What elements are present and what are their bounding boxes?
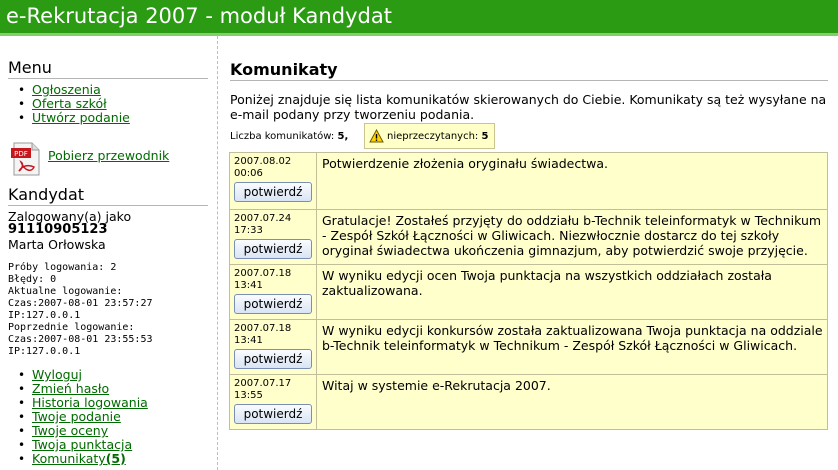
confirm-button[interactable]: potwierdź <box>234 404 312 424</box>
menu-item-ogloszenia[interactable]: Ogłoszenia <box>18 82 130 98</box>
message-time: 13:41 <box>234 280 263 291</box>
menu-link-historia[interactable]: Historia logowania <box>32 395 148 410</box>
menu-heading: Menu <box>8 58 208 79</box>
message-row: 2007.07.17 13:55 potwierdź Witaj w syste… <box>229 374 828 430</box>
pdf-icon-label: PDF <box>14 150 28 158</box>
menu-item-wyloguj[interactable]: Wyloguj <box>18 367 148 383</box>
message-time: 17:33 <box>234 225 263 236</box>
previous-login-ip: IP:127.0.0.1 <box>8 346 81 357</box>
current-login-label: Aktualne logowanie: <box>8 286 123 297</box>
app-header: e-Rekrutacja 2007 - moduł Kandydat <box>0 0 838 33</box>
message-date: 2007.07.24 <box>234 213 292 224</box>
message-count: Liczba komunikatów: 5, <box>230 131 348 143</box>
login-attempts: Próby logowania: 2 <box>8 262 117 273</box>
message-time: 13:55 <box>234 390 263 401</box>
messages-table: 2007.08.02 00:06 potwierdź Potwierdzenie… <box>229 152 828 430</box>
message-text: Potwierdzenie złożenia oryginału świadec… <box>316 152 828 210</box>
menu-item-podanie[interactable]: Twoje podanie <box>18 409 148 425</box>
menu-link-zmien-haslo[interactable]: Zmień hasło <box>32 381 109 396</box>
message-date: 2007.08.02 <box>234 156 292 167</box>
menu-link-wyloguj[interactable]: Wyloguj <box>32 367 82 382</box>
unread-count: 5 <box>481 130 489 142</box>
message-count-value: 5, <box>337 131 349 142</box>
account-menu: Wyloguj Zmień hasło Historia logowania T… <box>18 367 148 467</box>
main-content: Komunikaty Poniżej znajduje się lista ko… <box>219 36 838 470</box>
section-title: Komunikaty <box>230 60 828 81</box>
candidate-name: Marta Orłowska <box>8 237 106 252</box>
message-row: 2007.07.18 13:41 potwierdź W wyniku edyc… <box>229 319 828 375</box>
unread-label: nieprzeczytanych: <box>387 130 479 142</box>
message-time: 00:06 <box>234 168 263 179</box>
warning-icon <box>369 129 384 143</box>
confirm-button[interactable]: potwierdź <box>234 349 312 369</box>
message-text: W wyniku edycji konkursów została zaktua… <box>316 319 828 375</box>
menu-item-utworz-podanie[interactable]: Utwórz podanie <box>18 110 130 126</box>
unread-badge: nieprzeczytanych: 5 <box>364 123 496 149</box>
pesel-number: 91110905123 <box>8 222 108 237</box>
menu-link-utworz-podanie[interactable]: Utwórz podanie <box>32 110 130 125</box>
menu-item-oferta[interactable]: Oferta szkół <box>18 96 130 112</box>
menu-item-zmien-haslo[interactable]: Zmień hasło <box>18 381 148 397</box>
confirm-button[interactable]: potwierdź <box>234 294 312 314</box>
message-count-label: Liczba komunikatów: <box>230 131 335 142</box>
guide-download-link[interactable]: Pobierz przewodnik <box>48 148 169 163</box>
menu-link-komunikaty[interactable]: Komunikaty(5) <box>32 451 126 466</box>
menu-link-oferta[interactable]: Oferta szkół <box>32 96 107 111</box>
message-date-cell: 2007.07.17 13:55 potwierdź <box>229 374 317 430</box>
message-date-cell: 2007.07.18 13:41 potwierdź <box>229 264 317 320</box>
message-row: 2007.07.18 13:41 potwierdź W wyniku edyc… <box>229 264 828 320</box>
menu-link-punktacja[interactable]: Twoja punktacja <box>32 437 132 452</box>
message-text: W wyniku edycji ocen Twoja punktacja na … <box>316 264 828 320</box>
previous-login-time: Czas:2007-08-01 23:55:53 <box>8 334 153 345</box>
sidebar: Menu Ogłoszenia Oferta szkół Utwórz poda… <box>0 36 218 470</box>
message-date-cell: 2007.07.24 17:33 potwierdź <box>229 209 317 265</box>
message-row: 2007.07.24 17:33 potwierdź Gratulacje! Z… <box>229 209 828 265</box>
menu-item-komunikaty[interactable]: Komunikaty(5) <box>18 451 148 467</box>
confirm-button[interactable]: potwierdź <box>234 182 312 202</box>
menu-link-podanie[interactable]: Twoje podanie <box>32 409 121 424</box>
menu-link-komunikaty-label: Komunikaty <box>32 451 106 466</box>
menu-item-historia[interactable]: Historia logowania <box>18 395 148 411</box>
current-login-time: Czas:2007-08-01 23:57:27 <box>8 298 153 309</box>
menu-item-oceny[interactable]: Twoje oceny <box>18 423 148 439</box>
menu-link-ogloszenia[interactable]: Ogłoszenia <box>32 82 101 97</box>
page-title: e-Rekrutacja 2007 - moduł Kandydat <box>6 4 392 28</box>
message-date-cell: 2007.08.02 00:06 potwierdź <box>229 152 317 210</box>
message-date: 2007.07.18 <box>234 323 292 334</box>
message-text: Gratulacje! Zostałeś przyjęty do oddział… <box>316 209 828 265</box>
menu-list: Ogłoszenia Oferta szkół Utwórz podanie <box>18 82 130 126</box>
previous-login-label: Poprzednie logowanie: <box>8 322 135 333</box>
message-date-cell: 2007.07.18 13:41 potwierdź <box>229 319 317 375</box>
message-row: 2007.08.02 00:06 potwierdź Potwierdzenie… <box>229 152 828 210</box>
message-time: 13:41 <box>234 335 263 346</box>
pdf-icon[interactable]: PDF <box>10 142 42 176</box>
intro-text: Poniżej znajduje się lista komunikatów s… <box>230 92 827 122</box>
message-text: Witaj w systemie e-Rekrutacja 2007. <box>316 374 828 430</box>
current-login-ip: IP:127.0.0.1 <box>8 310 81 321</box>
login-errors: Błędy: 0 <box>8 274 57 285</box>
confirm-button[interactable]: potwierdź <box>234 239 312 259</box>
message-date: 2007.07.17 <box>234 378 292 389</box>
candidate-heading: Kandydat <box>8 185 208 206</box>
message-date: 2007.07.18 <box>234 268 292 279</box>
menu-link-oceny[interactable]: Twoje oceny <box>32 423 108 438</box>
messages-count-badge: (5) <box>105 451 126 466</box>
menu-item-punktacja[interactable]: Twoja punktacja <box>18 437 148 453</box>
